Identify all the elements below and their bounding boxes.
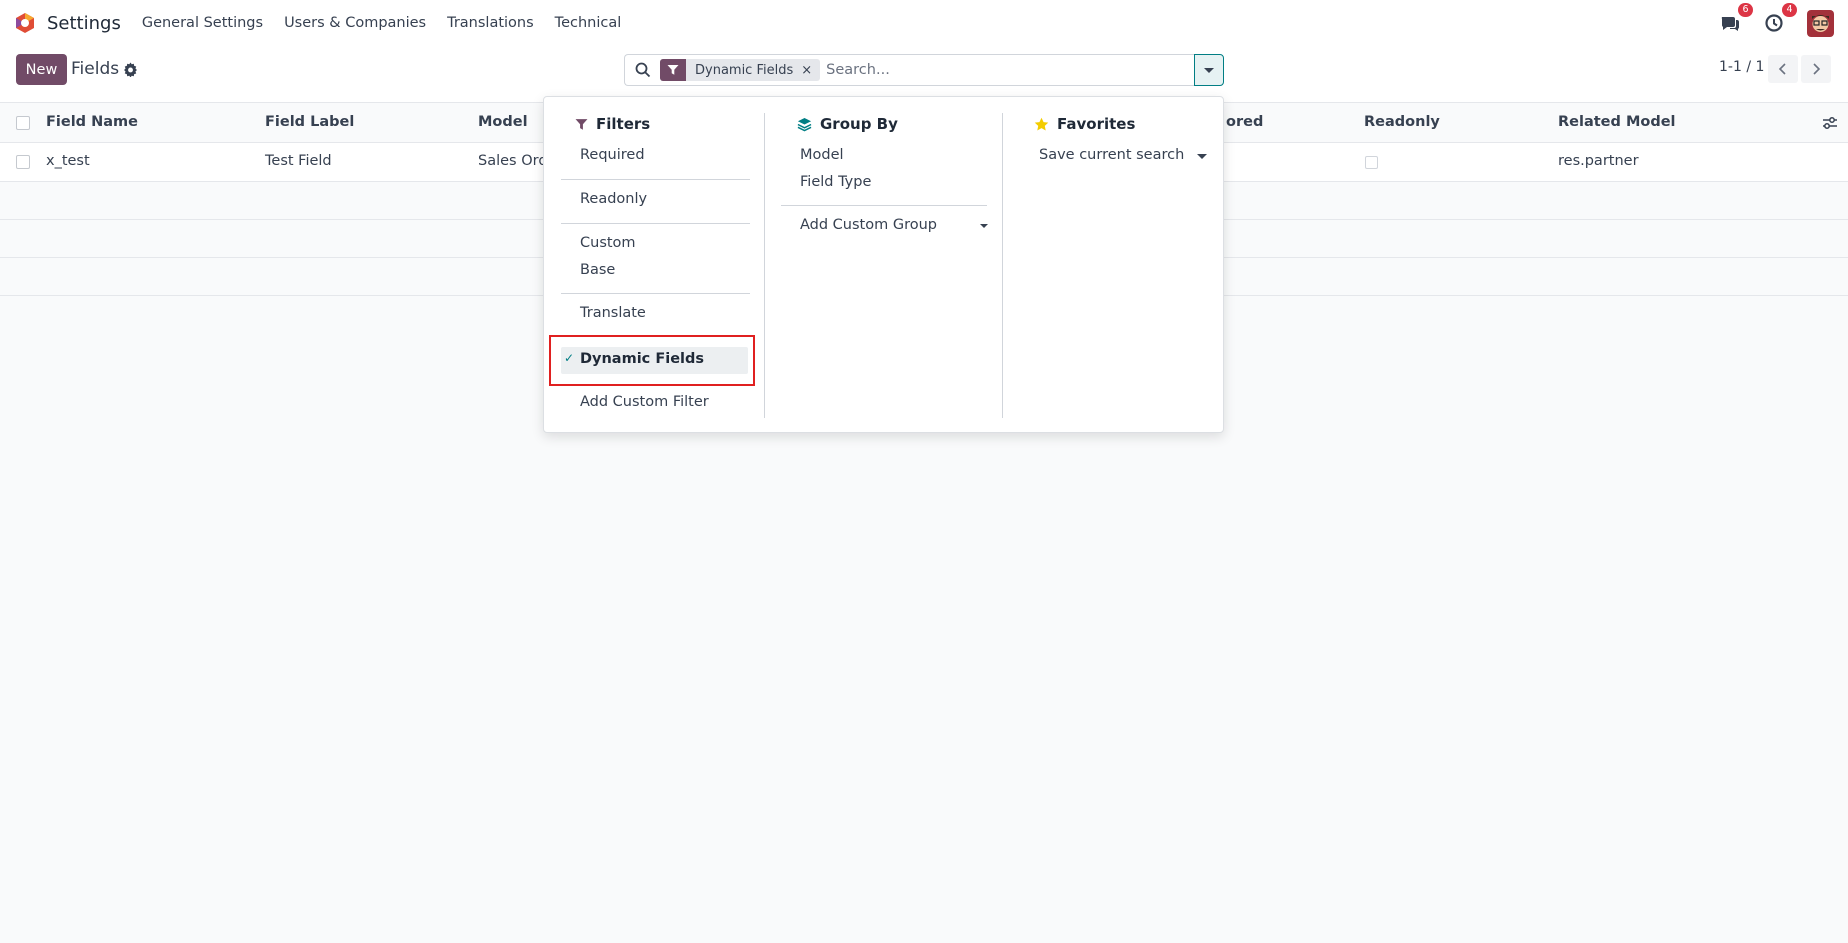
- search-panel-dropdown: Filters Required Readonly Custom Base Tr…: [543, 96, 1224, 433]
- user-avatar[interactable]: [1807, 9, 1834, 37]
- filter-option-required[interactable]: Required: [580, 147, 645, 163]
- group-by-column: Group By Model Field Type Add Custom Gro…: [764, 97, 1002, 432]
- divider: [561, 179, 750, 180]
- activities-badge: 4: [1782, 3, 1797, 17]
- gear-icon[interactable]: [123, 62, 138, 78]
- favorites-title-label: Favorites: [1057, 115, 1136, 133]
- breadcrumb: Fields: [71, 59, 120, 79]
- add-custom-group-select[interactable]: Add Custom Group: [800, 215, 990, 237]
- cell-readonly-checkbox: [1365, 156, 1378, 169]
- divider: [561, 293, 750, 294]
- column-readonly[interactable]: Readonly: [1364, 114, 1440, 130]
- menu-users-companies[interactable]: Users & Companies: [284, 15, 426, 31]
- row-checkbox[interactable]: [16, 155, 30, 169]
- filters-title-label: Filters: [596, 115, 651, 133]
- caret-down-icon: [980, 224, 988, 228]
- group-by-title-label: Group By: [820, 115, 898, 133]
- filters-title: Filters: [575, 115, 650, 133]
- filter-option-translate[interactable]: Translate: [580, 305, 646, 321]
- save-current-search-label: Save current search: [1039, 147, 1185, 163]
- caret-down-icon: [1197, 154, 1207, 159]
- messages-badge: 6: [1738, 3, 1753, 17]
- menu-general-settings[interactable]: General Settings: [142, 15, 263, 31]
- favorites-title: Favorites: [1034, 115, 1135, 133]
- search-input[interactable]: [826, 62, 1187, 78]
- facet-label: Dynamic Fields: [695, 62, 794, 78]
- divider: [561, 223, 750, 224]
- search-box[interactable]: Dynamic Fields ×: [624, 54, 1195, 86]
- cell-field-name[interactable]: x_test: [46, 153, 90, 169]
- top-navbar: Settings General Settings Users & Compan…: [0, 0, 1848, 46]
- menu-technical[interactable]: Technical: [555, 15, 622, 31]
- search-facet: Dynamic Fields ×: [660, 59, 821, 81]
- column-field-label[interactable]: Field Label: [265, 114, 354, 130]
- search-icon: [635, 62, 651, 78]
- menu-translations[interactable]: Translations: [447, 15, 534, 31]
- facet-remove-icon[interactable]: ×: [801, 63, 820, 78]
- chevron-right-icon: [1813, 63, 1821, 75]
- divider: [781, 205, 987, 206]
- pager-previous-button[interactable]: [1768, 55, 1798, 83]
- add-custom-group-label: Add Custom Group: [800, 217, 937, 233]
- pager-value[interactable]: 1-1 / 1: [1719, 59, 1764, 75]
- optional-columns-toggle-icon[interactable]: [1822, 116, 1838, 134]
- app-name[interactable]: Settings: [47, 13, 121, 34]
- control-panel: New Fields Dynamic Fields × 1-1 / 1: [0, 46, 1848, 103]
- new-button[interactable]: New: [16, 54, 67, 85]
- column-model[interactable]: Model: [478, 114, 528, 130]
- highlight-annotation: [549, 335, 755, 386]
- chevron-left-icon: [1778, 63, 1786, 75]
- brand[interactable]: Settings: [14, 12, 121, 34]
- group-by-title: Group By: [797, 115, 898, 133]
- search-panel-toggle-button[interactable]: [1194, 54, 1224, 86]
- filter-option-readonly[interactable]: Readonly: [580, 191, 647, 207]
- add-custom-filter[interactable]: Add Custom Filter: [580, 394, 709, 410]
- column-field-name[interactable]: Field Name: [46, 114, 138, 130]
- caret-down-icon: [1204, 67, 1214, 73]
- cell-related-model[interactable]: res.partner: [1558, 153, 1639, 169]
- cell-field-label[interactable]: Test Field: [265, 153, 332, 169]
- pager-next-button[interactable]: [1801, 55, 1831, 83]
- star-icon: [1034, 117, 1049, 130]
- messages-icon[interactable]: 6: [1719, 3, 1753, 34]
- layers-icon: [797, 117, 812, 131]
- select-all-checkbox[interactable]: [16, 116, 30, 130]
- column-stored[interactable]: ored: [1226, 114, 1263, 130]
- favorites-column: Favorites Save current search: [1002, 97, 1225, 432]
- activities-clock-icon[interactable]: 4: [1763, 3, 1797, 34]
- filter-icon: [575, 118, 588, 130]
- filter-option-base[interactable]: Base: [580, 262, 615, 278]
- column-related-model[interactable]: Related Model: [1558, 114, 1676, 130]
- group-option-field-type[interactable]: Field Type: [800, 174, 871, 190]
- filters-column: Filters Required Readonly Custom Base Tr…: [544, 97, 764, 432]
- save-current-search-toggle[interactable]: Save current search: [1039, 145, 1209, 167]
- filter-icon: [660, 59, 686, 81]
- group-option-model[interactable]: Model: [800, 147, 844, 163]
- odoo-logo-icon[interactable]: [14, 12, 36, 34]
- filter-option-custom[interactable]: Custom: [580, 235, 636, 251]
